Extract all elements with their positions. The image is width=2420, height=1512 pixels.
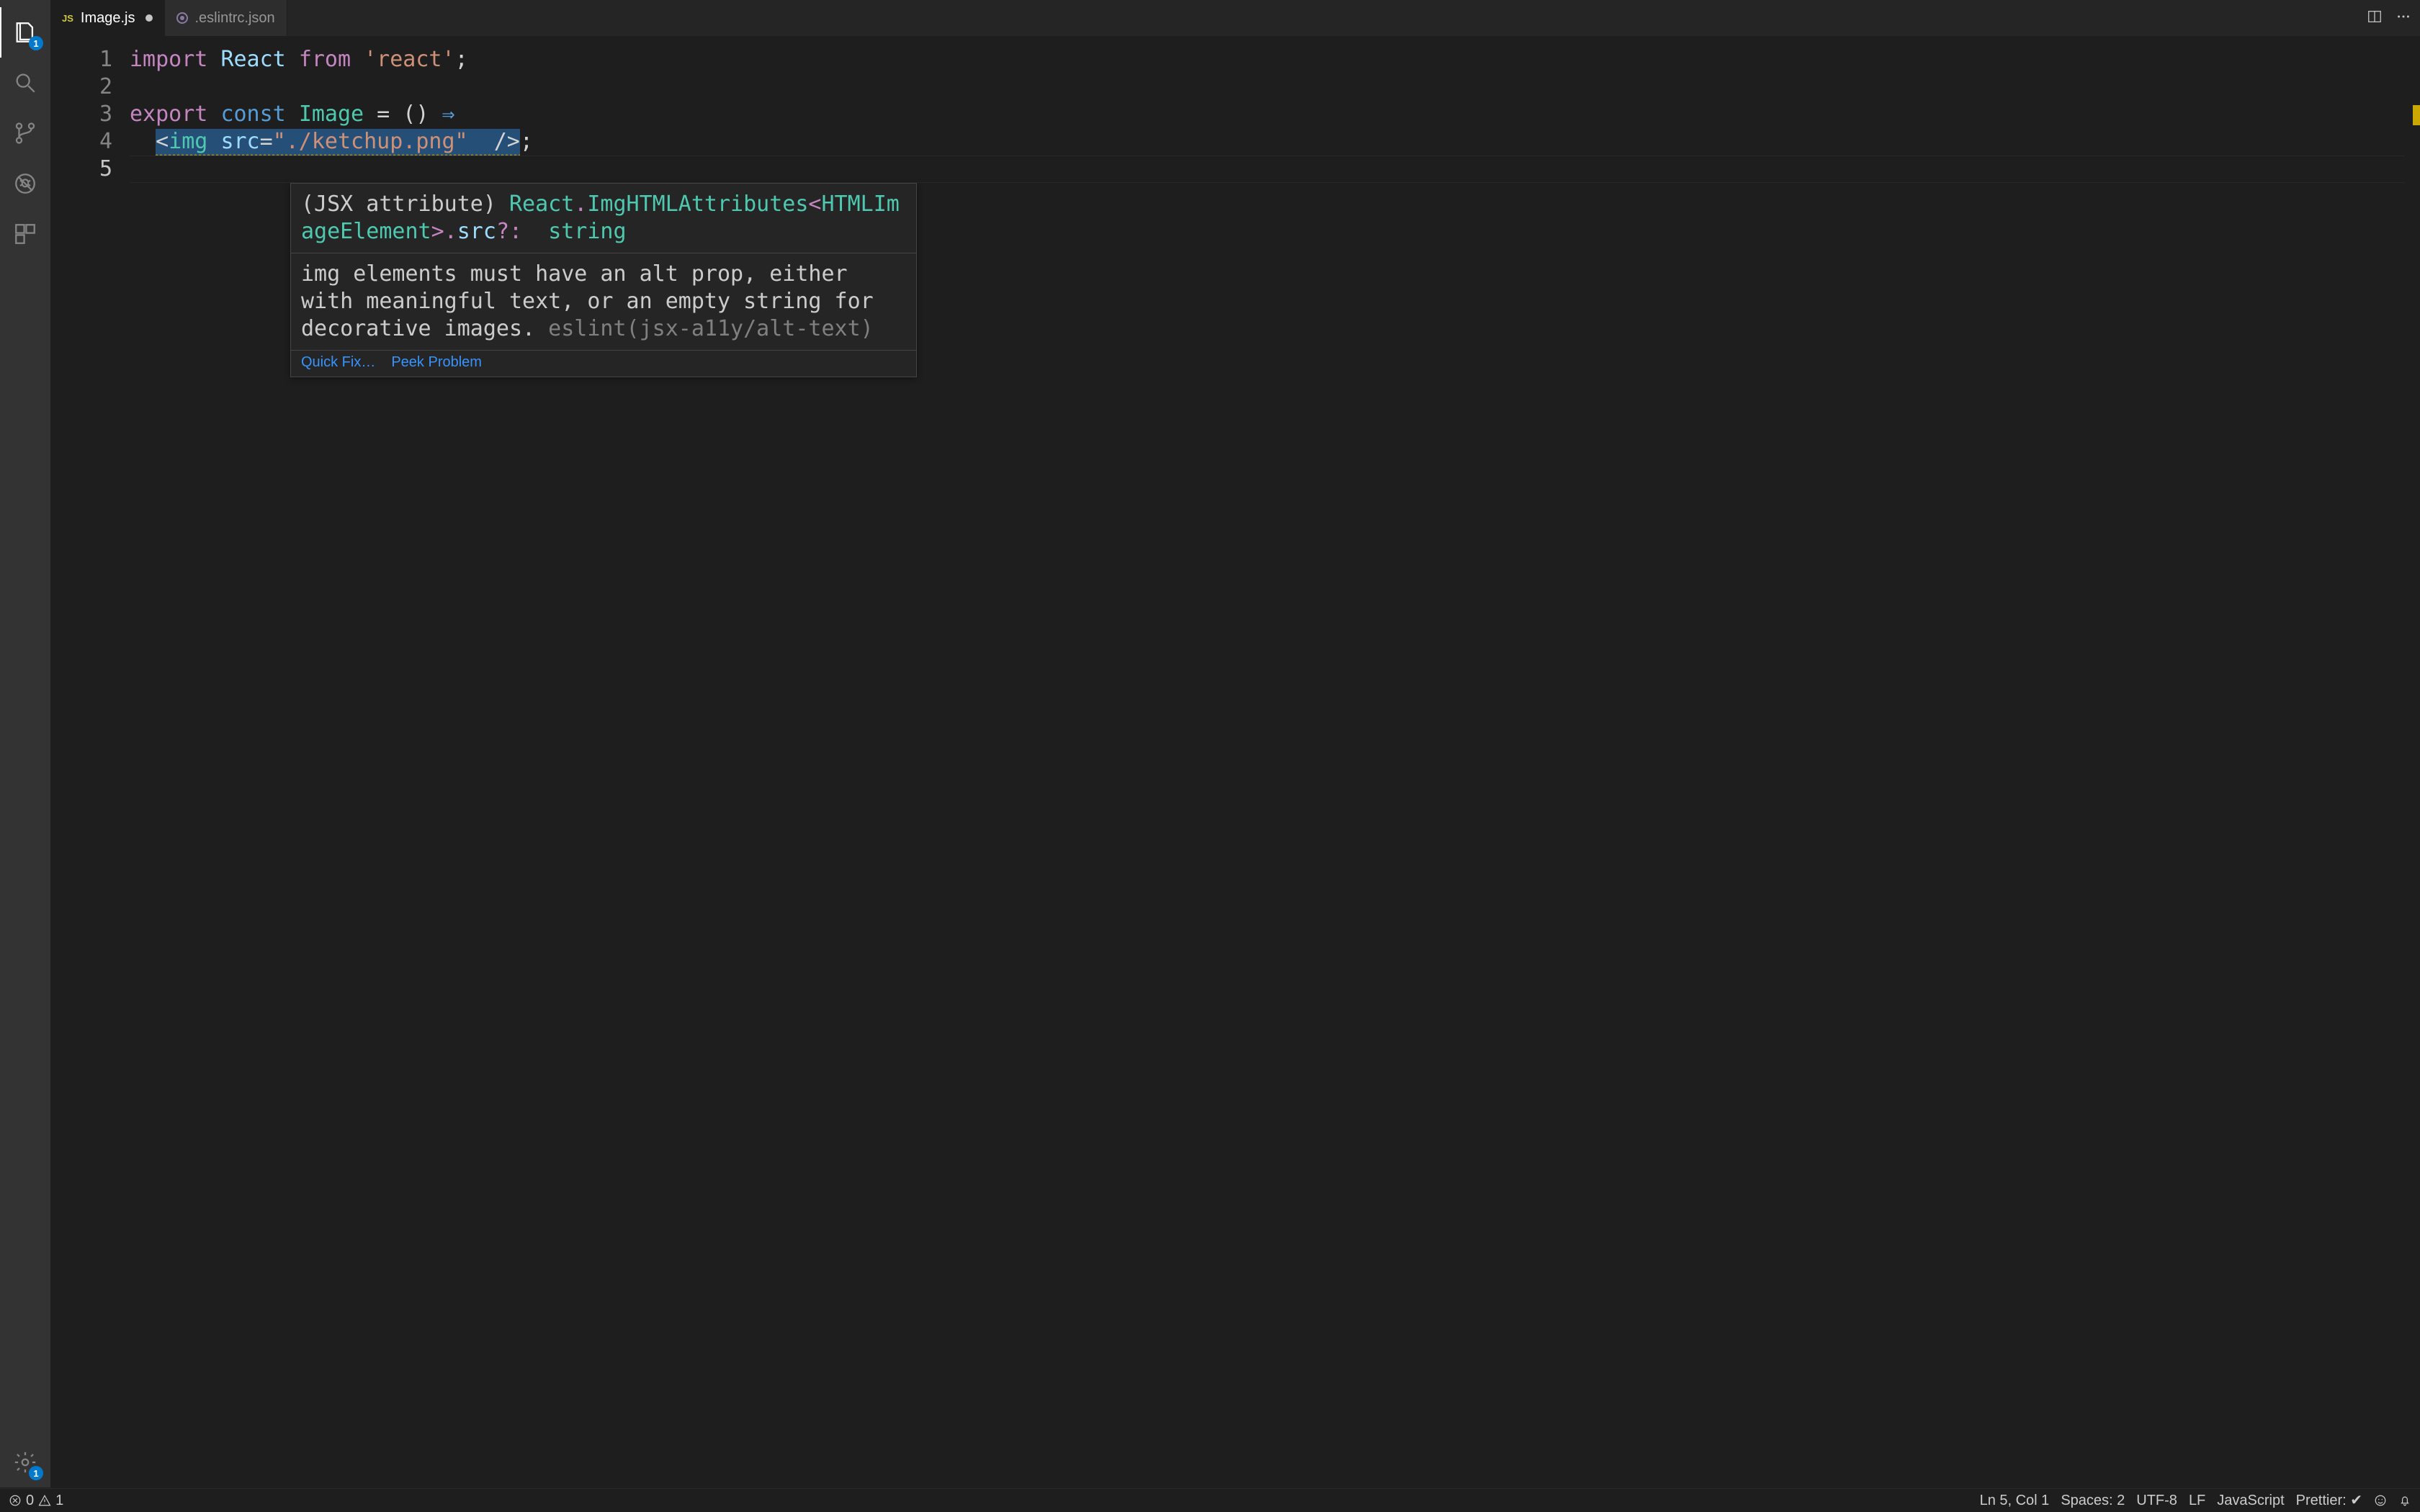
warning-count: 1 <box>55 1493 63 1508</box>
activity-bar: 1 1 <box>0 0 50 1488</box>
explorer-badge: 1 <box>29 36 43 50</box>
smiley-icon <box>2374 1494 2387 1507</box>
tab-label: Image.js <box>81 11 135 25</box>
language-mode[interactable]: JavaScript <box>2217 1493 2284 1508</box>
tab-bar: JS Image.js .eslintrc.json <box>50 0 2420 36</box>
source-control-tab[interactable] <box>0 108 50 158</box>
search-tab[interactable] <box>0 58 50 108</box>
code-line: <img src="./ketchup.png" />; <box>130 128 2404 156</box>
tab-image-js[interactable]: JS Image.js <box>50 0 165 36</box>
line-number: 3 <box>50 101 112 128</box>
tab-actions <box>2358 0 2420 36</box>
explorer-tab[interactable]: 1 <box>0 7 50 58</box>
indentation-status[interactable]: Spaces: 2 <box>2061 1493 2125 1508</box>
error-count: 0 <box>26 1493 34 1508</box>
git-branch-icon <box>13 121 37 145</box>
cursor-position[interactable]: Ln 5, Col 1 <box>1980 1493 2050 1508</box>
extensions-tab[interactable] <box>0 209 50 259</box>
hover-actions: Quick Fix… Peek Problem <box>291 350 916 377</box>
tab-label: .eslintrc.json <box>195 11 275 25</box>
more-actions-button[interactable] <box>2396 9 2411 27</box>
split-icon <box>2367 9 2383 24</box>
notifications-button[interactable] <box>2398 1494 2411 1507</box>
extensions-icon <box>13 222 37 246</box>
main-column: JS Image.js .eslintrc.json <box>50 0 2420 1488</box>
warning-marker-icon[interactable] <box>2413 105 2420 125</box>
split-editor-button[interactable] <box>2367 9 2383 27</box>
quick-fix-link[interactable]: Quick Fix… <box>301 355 375 369</box>
error-icon <box>9 1494 22 1507</box>
debug-tab[interactable] <box>0 158 50 209</box>
js-file-icon: JS <box>62 13 73 24</box>
hover-tooltip: (JSX attribute) React.ImgHTMLAttributes<… <box>290 183 917 377</box>
problems-status[interactable]: 0 1 <box>9 1493 63 1508</box>
search-icon <box>13 71 37 95</box>
gutter: 1 2 3 4 5 <box>50 36 130 1488</box>
editor[interactable]: 1 2 3 4 5 import React from 'react'; exp… <box>50 36 2420 1488</box>
json-file-icon <box>176 12 188 24</box>
settings-badge: 1 <box>29 1466 43 1480</box>
settings-tab[interactable]: 1 <box>0 1437 50 1488</box>
ellipsis-icon <box>2396 9 2411 24</box>
status-bar: 0 1 Ln 5, Col 1 Spaces: 2 UTF-8 LF JavaS… <box>0 1488 2420 1512</box>
warning-icon <box>38 1494 51 1507</box>
hover-lint-message: img elements must have an alt prop, eith… <box>291 253 916 350</box>
line-number: 5 <box>50 156 112 183</box>
code-line <box>130 156 2404 183</box>
code-area[interactable]: import React from 'react'; export const … <box>130 36 2404 1488</box>
bell-icon <box>2398 1494 2411 1507</box>
line-number: 4 <box>50 128 112 156</box>
line-number: 1 <box>50 46 112 73</box>
peek-problem-link[interactable]: Peek Problem <box>391 355 482 369</box>
code-line <box>130 73 2404 101</box>
code-line: import React from 'react'; <box>130 46 2404 73</box>
eol-status[interactable]: LF <box>2189 1493 2205 1508</box>
feedback-button[interactable] <box>2374 1494 2387 1507</box>
no-bug-icon <box>13 171 37 196</box>
prettier-status[interactable]: Prettier: ✔ <box>2296 1493 2362 1508</box>
code-line: export const Image = () ⇒ <box>130 101 2404 128</box>
overview-ruler[interactable] <box>2404 36 2420 1488</box>
line-number: 2 <box>50 73 112 101</box>
tab-eslintrc[interactable]: .eslintrc.json <box>165 0 287 36</box>
app-root: 1 1 <box>0 0 2420 1512</box>
dirty-indicator-icon <box>145 14 153 22</box>
encoding-status[interactable]: UTF-8 <box>2136 1493 2177 1508</box>
hover-signature: (JSX attribute) React.ImgHTMLAttributes<… <box>291 184 916 253</box>
